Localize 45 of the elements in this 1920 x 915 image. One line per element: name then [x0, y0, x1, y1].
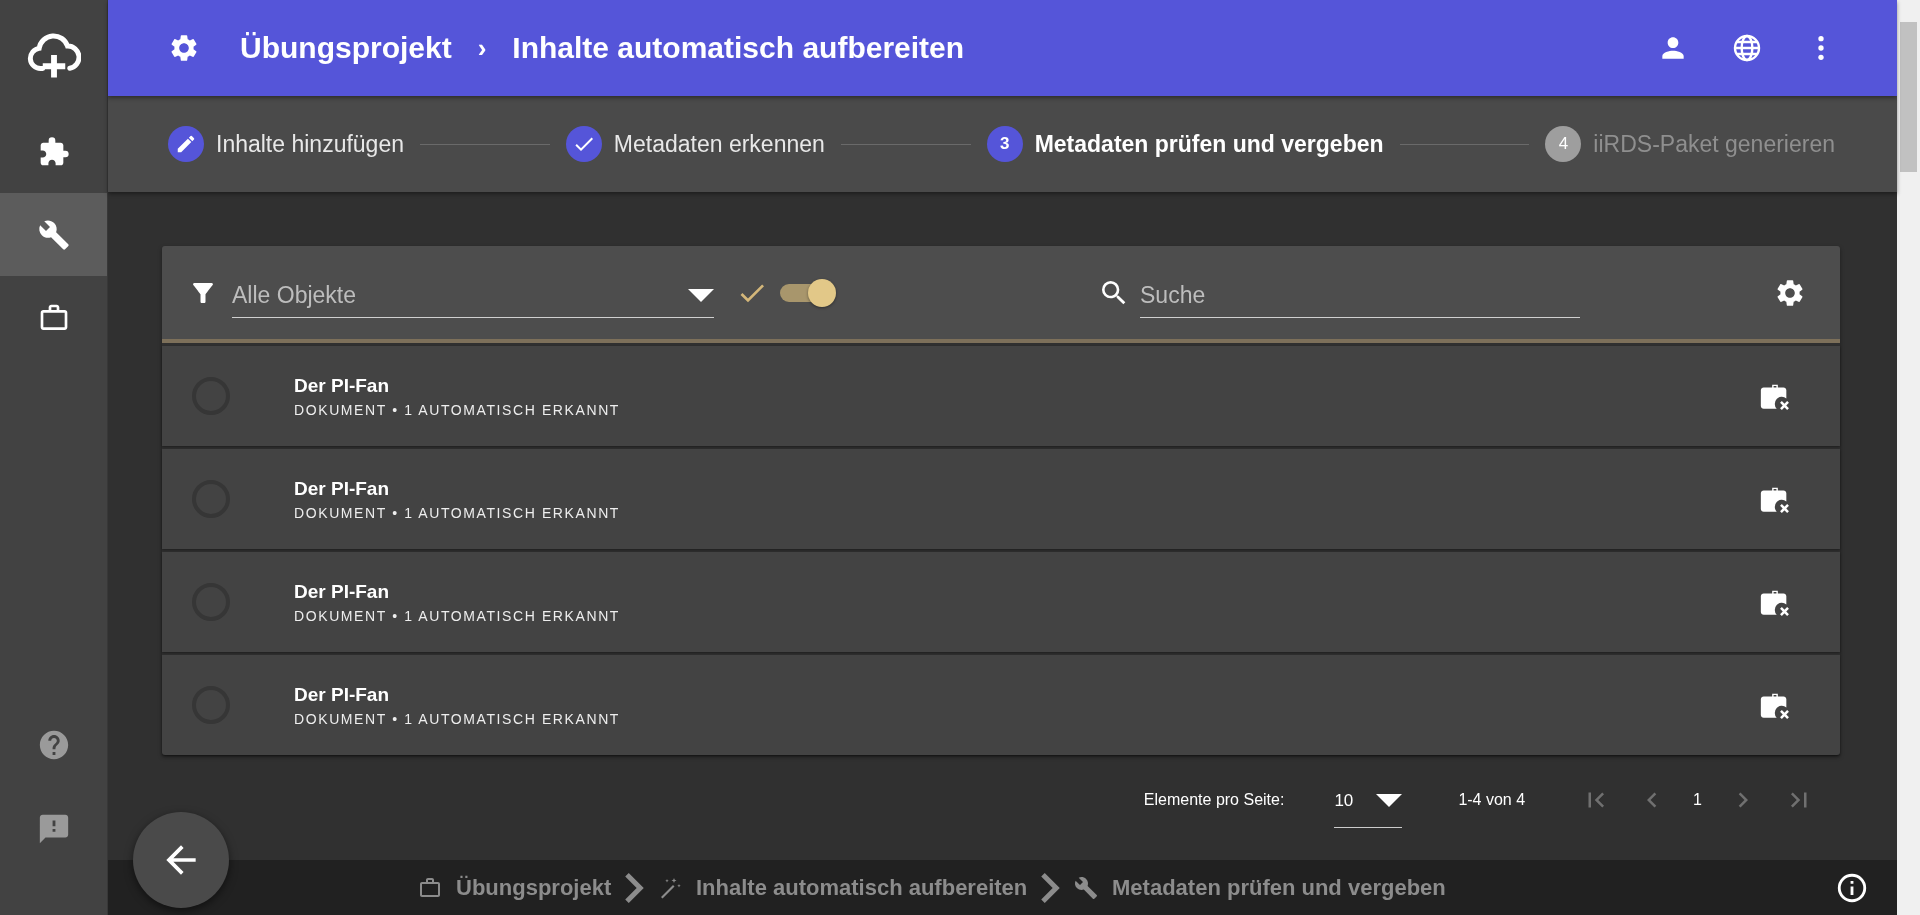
chevron-right-icon — [625, 872, 644, 903]
page-size-dropdown[interactable]: 10 — [1334, 784, 1403, 828]
filter-dropdown[interactable]: Alle Objekte — [232, 267, 714, 318]
pencil-icon — [175, 133, 197, 155]
page-size-label: Elemente pro Seite: — [1143, 791, 1285, 809]
document-row[interactable]: Der PI-Fan DOKUMENT • 1 AUTOMATISCH ERKANNT — [162, 449, 1840, 549]
document-row[interactable]: Der PI-Fan DOKUMENT • 1 AUTOMATISCH ERKANNT — [162, 552, 1840, 652]
document-subtitle: DOKUMENT • 1 AUTOMATISCH ERKANNT — [294, 504, 621, 521]
document-title: Der PI-Fan — [294, 374, 391, 397]
document-subtitle: DOKUMENT • 1 AUTOMATISCH ERKANNT — [294, 710, 621, 727]
sidebar-item[interactable] — [0, 193, 107, 276]
step-label: iiRDS-Paket generieren — [1593, 130, 1835, 158]
breadcrumb-item[interactable]: Inhalte automatisch aufbereiten — [696, 874, 1028, 901]
globe-icon[interactable] — [1731, 32, 1763, 64]
breadcrumb-item[interactable]: Metadaten prüfen und vergeben — [1112, 874, 1446, 901]
page-range: 1-4 von 4 — [1458, 791, 1526, 809]
wrench-icon — [1074, 875, 1099, 900]
document-title: Der PI-Fan — [294, 477, 391, 500]
document-row[interactable]: Der PI-Fan DOKUMENT • 1 AUTOMATISCH ERKANNT — [162, 655, 1840, 755]
search-field[interactable]: Suche — [1140, 281, 1580, 309]
toggle-switch[interactable] — [780, 277, 836, 308]
document-subtitle: DOKUMENT • 1 AUTOMATISCH ERKANNT — [294, 607, 621, 624]
dropdown-caret-icon — [688, 288, 714, 302]
breadcrumb-item[interactable]: Übungsprojekt — [456, 874, 612, 901]
project-title[interactable]: Übungsprojekt — [240, 31, 452, 65]
page-title: Inhalte automatisch aufbereiten — [512, 31, 965, 65]
step-label: Metadaten erkennen — [613, 130, 825, 158]
dropdown-caret-icon — [1376, 794, 1403, 807]
document-title: Der PI-Fan — [294, 683, 391, 706]
document-row[interactable]: Der PI-Fan DOKUMENT • 1 AUTOMATISCH ERKANNT — [162, 346, 1840, 446]
step[interactable]: 3 Metadaten prüfen und vergeben — [986, 126, 1384, 162]
chevron-right-icon — [1041, 872, 1061, 903]
document-title: Der PI-Fan — [294, 580, 391, 603]
step-label: Inhalte hinzufügen — [216, 130, 404, 158]
scrollbar-thumb[interactable] — [1900, 22, 1917, 172]
breadcrumb-separator: › — [477, 32, 487, 64]
step-number: 4 — [1558, 134, 1569, 154]
step-label: Metadaten prüfen und vergeben — [1034, 130, 1384, 158]
step[interactable]: Metadaten erkennen — [565, 126, 825, 162]
page-number: 1 — [1693, 791, 1702, 809]
step[interactable]: Inhalte hinzufügen — [168, 126, 404, 162]
document-subtitle: DOKUMENT • 1 AUTOMATISCH ERKANNT — [294, 401, 621, 418]
wrench-icon — [37, 218, 70, 251]
step-number: 3 — [999, 134, 1010, 154]
briefcase-icon — [418, 875, 442, 900]
